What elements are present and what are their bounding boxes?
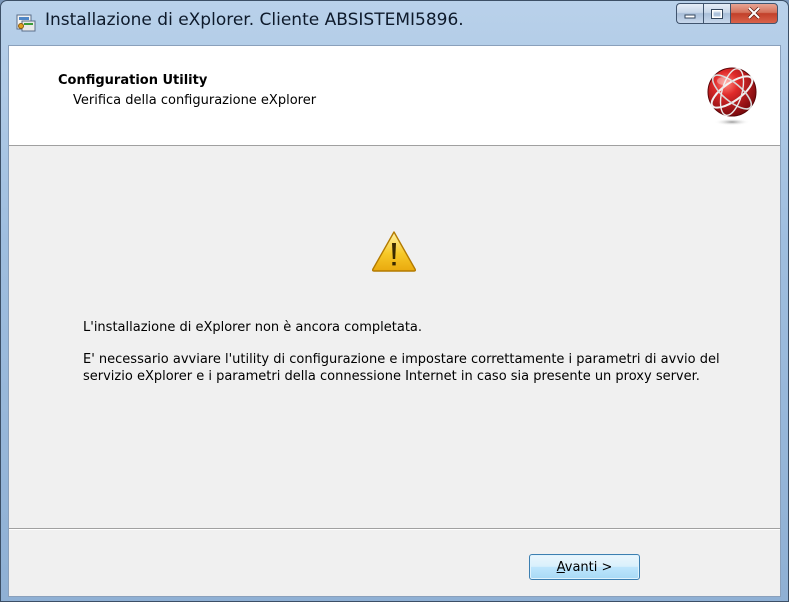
- wizard-header: Configuration Utility Verifica della con…: [9, 46, 780, 146]
- maximize-button[interactable]: [703, 3, 730, 24]
- minimize-icon: [684, 4, 696, 23]
- title-bar[interactable]: Installazione di eXplorer. Cliente ABSIS…: [1, 1, 788, 45]
- close-icon: [747, 4, 761, 23]
- minimize-button[interactable]: [676, 3, 703, 24]
- next-button-label: Avanti >: [556, 559, 613, 575]
- instruction-message: E' necessario avviare l'utility di confi…: [83, 352, 720, 384]
- window-title: Installazione di eXplorer. Cliente ABSIS…: [45, 10, 464, 30]
- footer-divider: [9, 528, 780, 530]
- installer-window: Installazione di eXplorer. Cliente ABSIS…: [0, 0, 789, 602]
- red-globe-logo-icon: [704, 64, 760, 128]
- status-message: L'installazione di eXplorer non è ancora…: [83, 320, 423, 335]
- maximize-icon: [711, 4, 723, 23]
- caption-buttons: [676, 3, 778, 25]
- installer-app-icon[interactable]: [15, 11, 37, 33]
- header-title: Configuration Utility: [58, 73, 208, 88]
- warning-triangle-icon: [371, 230, 417, 272]
- dialog-client-area: Configuration Utility Verifica della con…: [8, 45, 781, 597]
- header-subtitle: Verifica della configurazione eXplorer: [73, 93, 317, 108]
- next-button[interactable]: Avanti >: [529, 554, 640, 580]
- close-button[interactable]: [730, 3, 778, 24]
